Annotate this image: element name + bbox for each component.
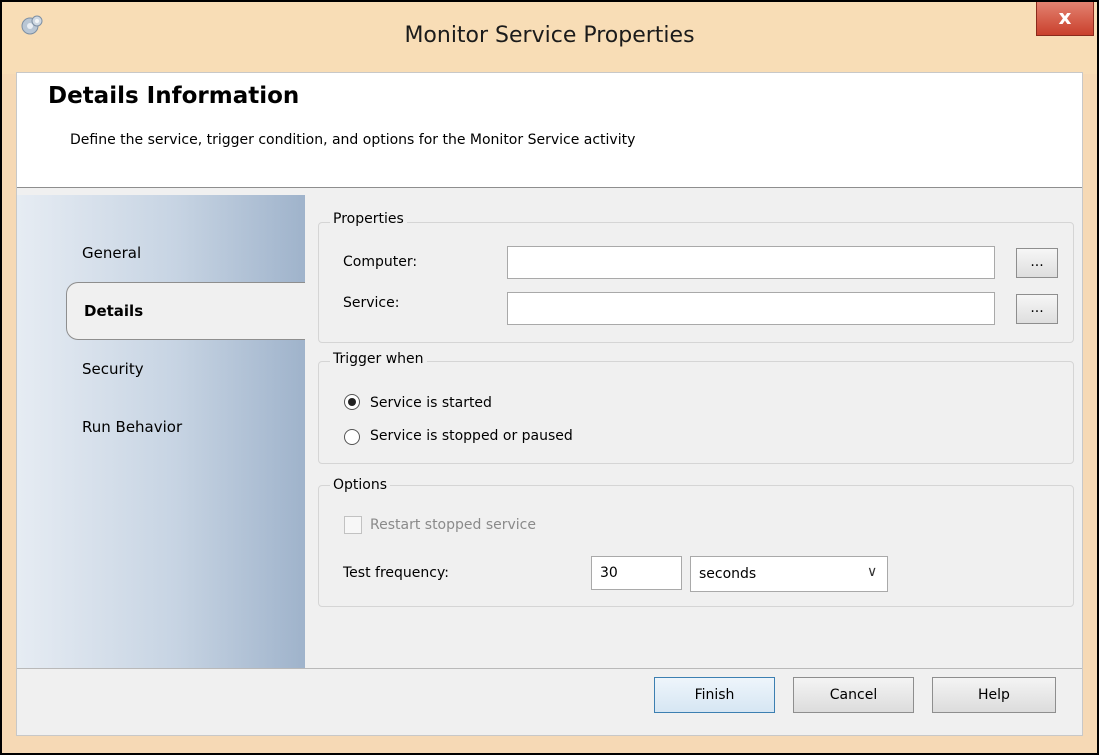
radio-service-started-label[interactable]: Service is started — [370, 395, 492, 411]
restart-checkbox-label: Restart stopped service — [370, 517, 536, 533]
test-frequency-input[interactable] — [591, 556, 682, 590]
service-input[interactable] — [507, 292, 995, 325]
test-frequency-label: Test frequency: — [343, 565, 449, 581]
page-title: Details Information — [48, 83, 300, 109]
close-button[interactable]: x — [1036, 2, 1094, 36]
trigger-group — [318, 361, 1074, 464]
sidebar-item-details[interactable]: Details — [84, 302, 143, 320]
computer-input[interactable] — [507, 246, 995, 279]
radio-service-started[interactable] — [344, 394, 360, 410]
restart-checkbox[interactable] — [344, 516, 362, 534]
computer-browse-button[interactable]: ... — [1016, 248, 1058, 278]
help-button[interactable]: Help — [932, 677, 1056, 713]
properties-legend: Properties — [330, 211, 407, 227]
page-description: Define the service, trigger condition, a… — [70, 132, 636, 148]
frequency-unit-select[interactable]: seconds ∨ — [690, 556, 888, 592]
sidebar-item-run-behavior[interactable]: Run Behavior — [82, 418, 182, 436]
radio-selected-dot — [348, 398, 356, 406]
sidebar-item-security[interactable]: Security — [82, 360, 144, 378]
frequency-unit-value: seconds — [699, 566, 757, 582]
trigger-legend: Trigger when — [330, 351, 427, 367]
radio-service-stopped-label[interactable]: Service is stopped or paused — [370, 428, 573, 444]
computer-label: Computer: — [343, 254, 418, 270]
window-title: Monitor Service Properties — [404, 23, 695, 48]
finish-button[interactable]: Finish — [654, 677, 775, 713]
footer-divider — [17, 668, 1082, 669]
radio-service-stopped[interactable] — [344, 429, 360, 445]
service-label: Service: — [343, 295, 400, 311]
cancel-button[interactable]: Cancel — [793, 677, 914, 713]
sidebar-item-general[interactable]: General — [82, 244, 141, 262]
service-browse-button[interactable]: ... — [1016, 294, 1058, 324]
chevron-down-icon: ∨ — [867, 564, 878, 580]
options-legend: Options — [330, 477, 391, 493]
